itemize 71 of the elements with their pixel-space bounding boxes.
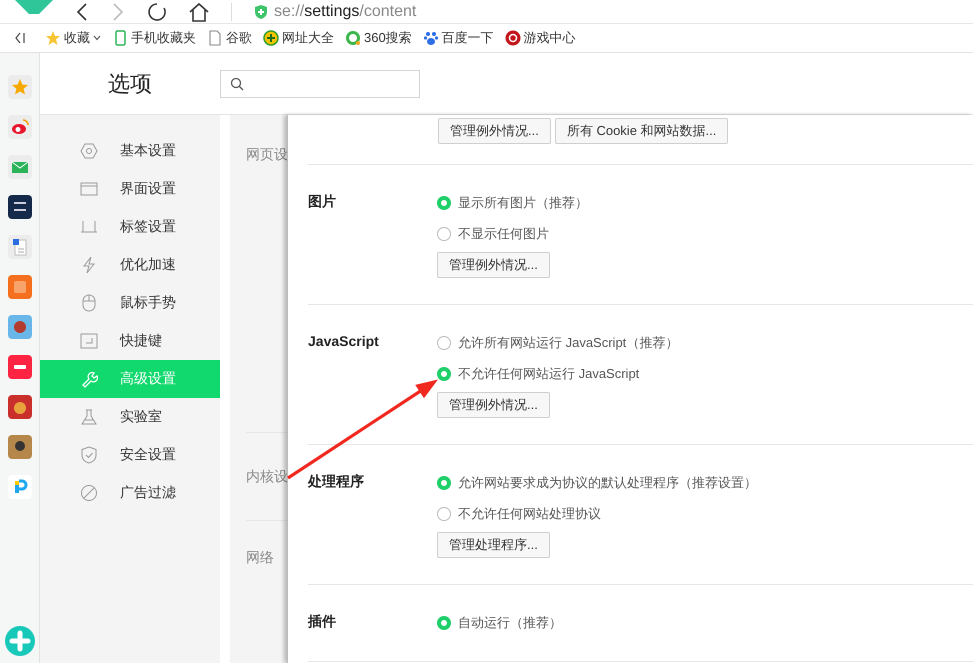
lightning-icon — [80, 256, 98, 274]
sidebar-item[interactable]: 实验室 — [40, 398, 220, 436]
sidebar-item[interactable]: 鼠标手势 — [40, 284, 220, 322]
bookmark-item[interactable]: 游戏中心 — [504, 29, 576, 47]
setting-label: 插件 — [308, 613, 336, 631]
radio-button[interactable] — [437, 196, 451, 210]
document-icon — [207, 30, 223, 46]
setting-label: JavaScript — [308, 333, 379, 349]
star-icon[interactable] — [10, 77, 30, 97]
manage-button[interactable]: 管理处理程序... — [437, 532, 550, 558]
flask-icon — [80, 408, 98, 426]
manage-button[interactable]: 所有 Cookie 和网站数据... — [554, 118, 728, 144]
manage-button[interactable]: 管理例外情况... — [437, 252, 550, 278]
shield-check-icon — [80, 446, 98, 464]
option-label: 不显示任何图片 — [458, 224, 549, 242]
sidebar-item[interactable]: 标签设置 — [40, 208, 220, 246]
search-field[interactable] — [220, 70, 420, 98]
mouse-icon — [80, 294, 98, 312]
option-label: 不允许任何网站处理协议 — [458, 504, 601, 522]
caret-icon — [93, 35, 101, 41]
browser-logo-icon — [15, 0, 53, 14]
window-icon — [80, 180, 98, 198]
radio-button[interactable] — [437, 226, 451, 240]
option-label: 允许网站要求成为协议的默认处理程序（推荐设置） — [458, 474, 757, 492]
paw-icon — [422, 30, 439, 46]
prohibited-icon — [80, 484, 98, 502]
wrench-icon — [80, 370, 98, 388]
back-icon[interactable] — [75, 2, 89, 20]
eye-logo-icon[interactable] — [10, 117, 30, 137]
page-title: 选项 — [107, 70, 153, 98]
ring-icon — [345, 30, 361, 46]
section-heading: 内核设 — [246, 468, 288, 486]
sidebar-item[interactable]: 快捷键 — [40, 322, 220, 360]
manage-button[interactable]: 管理例外情况... — [436, 392, 550, 418]
setting-label: 处理程序 — [308, 473, 364, 491]
forward-icon[interactable] — [111, 2, 125, 20]
bookmark-item[interactable]: 网址大全 — [263, 29, 334, 47]
address-field[interactable]: se://settings/content — [274, 2, 416, 20]
star-icon — [45, 30, 61, 46]
search-icon — [230, 76, 244, 90]
sidebar-item[interactable]: 界面设置 — [40, 170, 220, 208]
shield-plus-icon — [254, 4, 268, 18]
sidebar-item[interactable]: 优化加速 — [40, 246, 220, 284]
bookmark-item[interactable]: 谷歌 — [207, 29, 252, 47]
bookmark-item[interactable]: 手机收藏夹 — [112, 29, 196, 47]
radio-button[interactable] — [437, 476, 451, 490]
option-label: 不允许任何网站运行 JavaScript — [458, 364, 640, 382]
radio-button[interactable] — [437, 506, 451, 520]
sidebar-item[interactable]: 基本设置 — [40, 132, 220, 170]
section-heading: 网络 — [246, 549, 274, 567]
radio-button[interactable] — [437, 616, 451, 630]
radio-button[interactable] — [436, 336, 451, 350]
bookmark-item[interactable]: 360搜索 — [345, 29, 412, 47]
home-icon[interactable] — [189, 2, 209, 22]
hexagon-icon — [80, 142, 98, 160]
option-label: 显示所有图片（推荐） — [458, 194, 588, 212]
keyboard-key-icon — [80, 332, 98, 350]
radio-button[interactable] — [436, 366, 451, 380]
plus-circle-icon — [263, 30, 279, 46]
option-label: 允许所有网站运行 JavaScript（推荐） — [458, 334, 678, 352]
setting-label: 图片 — [308, 193, 336, 211]
sidebar-item[interactable]: 安全设置 — [40, 436, 220, 474]
manage-button[interactable]: 管理例外情况... — [438, 118, 551, 144]
section-heading: 网页设 — [246, 146, 288, 164]
refresh-icon[interactable] — [147, 2, 167, 22]
bookmark-item[interactable]: 收藏 — [45, 29, 101, 47]
option-label: 自动运行（推荐） — [458, 614, 562, 632]
bookmark-item[interactable]: 百度一下 — [422, 29, 494, 47]
add-app-icon[interactable] — [4, 626, 34, 656]
collapse-sidebar-icon[interactable] — [14, 32, 26, 44]
sidebar-item[interactable]: 广告过滤 — [40, 474, 220, 512]
